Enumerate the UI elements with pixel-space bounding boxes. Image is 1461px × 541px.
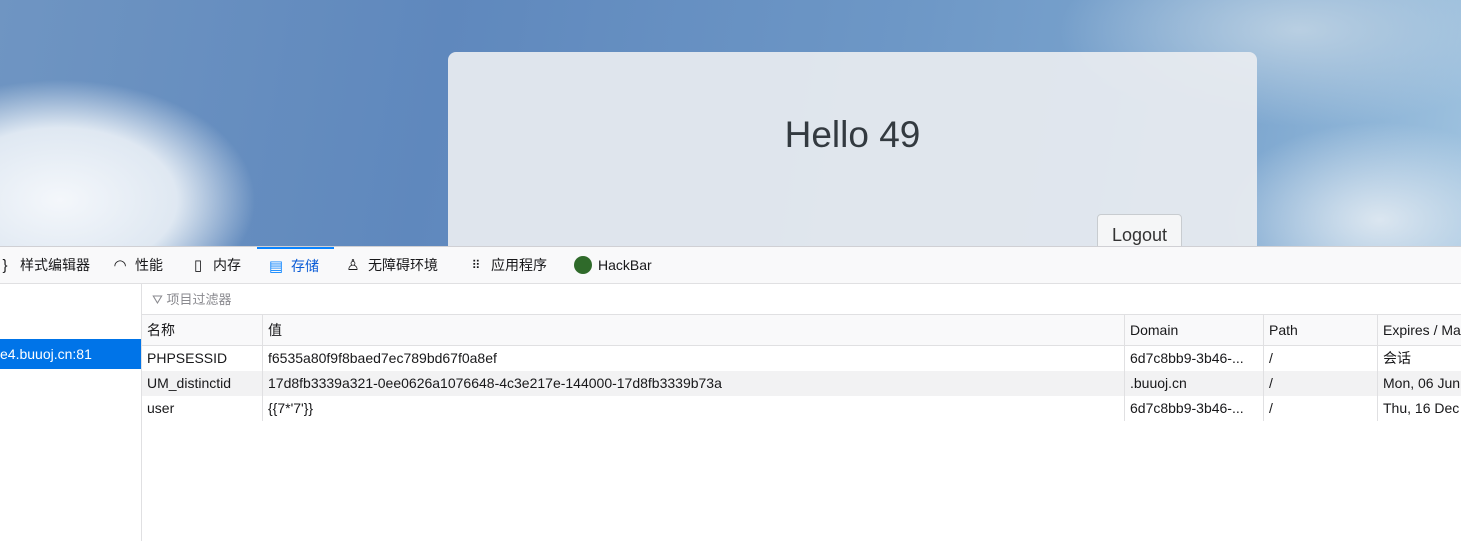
cell-expires: Thu, 16 Dec (1377, 396, 1461, 421)
cell-domain: 6d7c8bb9-3b46-... (1124, 346, 1263, 371)
content-card: Hello 49 Logout (448, 52, 1257, 246)
tab-performance[interactable]: ◠ 性能 (111, 247, 163, 283)
cell-expires: 会话 (1377, 346, 1461, 371)
cell-path: / (1263, 346, 1377, 371)
tab-style-editor[interactable]: } 样式编辑器 (0, 247, 90, 283)
greeting-heading: Hello 49 (784, 114, 921, 155)
cell-path: / (1263, 396, 1377, 421)
memory-icon: ▯ (193, 257, 203, 274)
cell-name: user (147, 400, 175, 416)
application-icon: ⠿ (471, 258, 481, 272)
style-editor-icon: } (2, 256, 8, 274)
filter-input[interactable]: ⛛ 项目过滤器 (142, 284, 1461, 315)
cell-expires: Mon, 06 Jun (1377, 371, 1461, 396)
tab-label: 无障碍环境 (368, 257, 438, 273)
hackbar-icon (574, 256, 592, 275)
table-row[interactable]: user {{7*'7'}} 6d7c8bb9-3b46-... / Thu, … (142, 396, 1461, 421)
cookie-table: 名称 值 Domain Path Expires / Ma PHPSESSID … (142, 315, 1461, 421)
tab-accessibility[interactable]: ♙ 无障碍环境 (344, 247, 438, 283)
tab-memory[interactable]: ▯ 内存 (189, 247, 241, 283)
tab-label: 应用程序 (491, 257, 547, 273)
tab-storage[interactable]: ▤ 存储 (257, 247, 334, 283)
column-header-value[interactable]: 值 (262, 315, 1124, 345)
cell-path: / (1263, 371, 1377, 396)
accessibility-icon: ♙ (346, 257, 360, 274)
tab-label: HackBar (598, 257, 652, 273)
tab-label: 内存 (213, 257, 241, 273)
storage-icon: ▤ (268, 258, 284, 275)
cell-name: PHPSESSID (147, 350, 228, 366)
devtools-panel: } 样式编辑器 ◠ 性能 ▯ 内存 ▤ 存储 ♙ 无障碍环境 ⠿ 应用程序 HackBar … (0, 246, 1461, 541)
devtools-toolbar: } 样式编辑器 ◠ 性能 ▯ 内存 ▤ 存储 ♙ 无障碍环境 ⠿ 应用程序 HackBar (0, 247, 1461, 284)
cell-domain: .buuoj.cn (1124, 371, 1263, 396)
filter-placeholder: 项目过滤器 (166, 292, 232, 307)
table-header: 名称 值 Domain Path Expires / Ma (142, 315, 1461, 346)
table-row[interactable]: PHPSESSID f6535a80f9f8baed7ec789bd67f0a8… (142, 346, 1461, 371)
storage-tree: e4.buuoj.cn:81 (0, 284, 142, 541)
column-header-name[interactable]: 名称 (142, 315, 262, 345)
host-item[interactable]: e4.buuoj.cn:81 (0, 339, 141, 369)
cell-name: UM_distinctid (147, 375, 232, 391)
column-header-domain[interactable]: Domain (1124, 315, 1263, 345)
cell-value: f6535a80f9f8baed7ec789bd67f0a8ef (262, 346, 1124, 371)
logout-button[interactable]: Logout (1097, 214, 1182, 246)
tab-label: 样式编辑器 (20, 257, 90, 273)
performance-icon: ◠ (113, 257, 127, 274)
cell-value: {{7*'7'}} (262, 396, 1124, 421)
web-page: Hello 49 Logout (0, 0, 1461, 246)
column-header-path[interactable]: Path (1263, 315, 1377, 345)
cell-value: 17d8fb3339a321-0ee0626a1076648-4c3e217e-… (262, 371, 1124, 396)
tab-application[interactable]: ⠿ 应用程序 (467, 247, 547, 283)
tab-hackbar[interactable]: HackBar (574, 247, 652, 283)
cell-domain: 6d7c8bb9-3b46-... (1124, 396, 1263, 421)
table-row[interactable]: UM_distinctid 17d8fb3339a321-0ee0626a107… (142, 371, 1461, 396)
filter-icon: ⛛ (152, 292, 163, 307)
column-header-expires[interactable]: Expires / Ma (1377, 315, 1461, 345)
tab-label: 性能 (135, 257, 163, 273)
tab-label: 存储 (291, 258, 319, 274)
